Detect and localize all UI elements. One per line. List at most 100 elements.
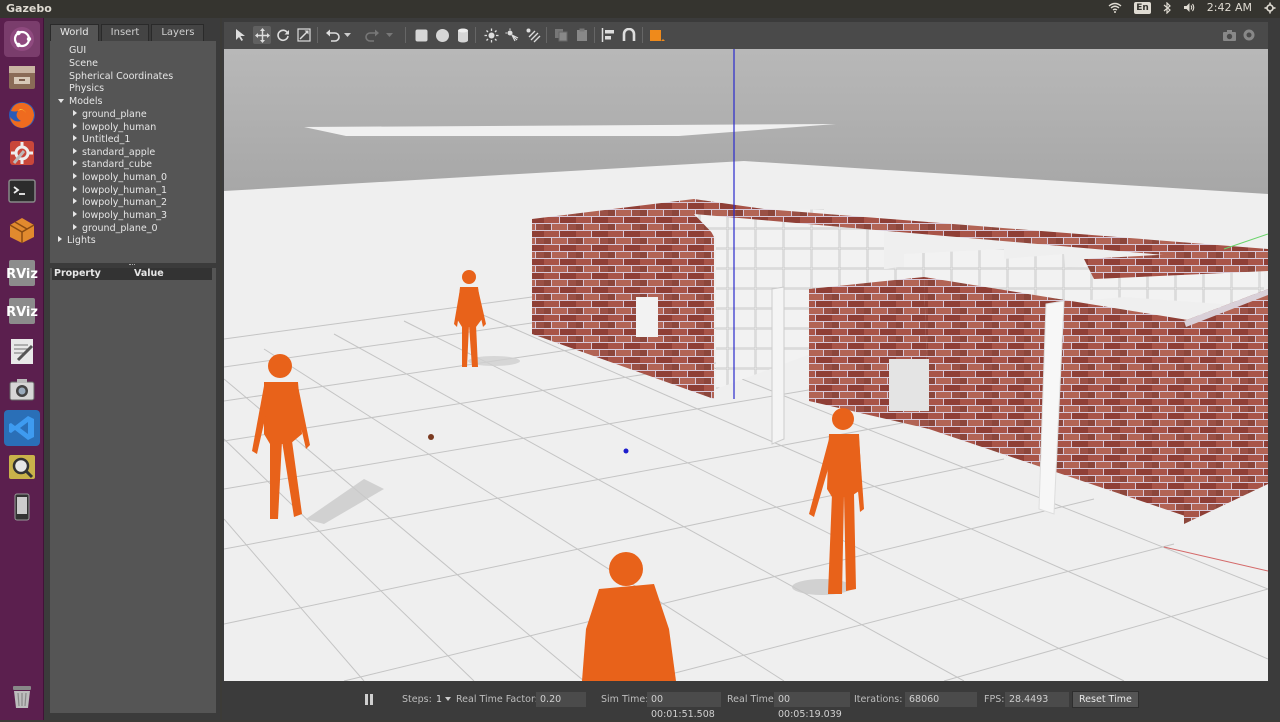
- tree-item-models[interactable]: Models: [58, 96, 102, 108]
- tree-item-physics[interactable]: Physics: [69, 83, 104, 95]
- expand-arrow-icon[interactable]: [73, 110, 77, 116]
- tree-item-lights[interactable]: Lights: [58, 235, 96, 247]
- expand-arrow-icon[interactable]: [73, 198, 77, 204]
- undo-history-chevron-down-icon[interactable]: [342, 26, 352, 44]
- screenshot-icon[interactable]: [4, 371, 40, 407]
- steps-value[interactable]: 1: [436, 694, 442, 706]
- rviz-icon[interactable]: RViz: [4, 255, 40, 291]
- tree-item-model[interactable]: lowpoly_human_0: [73, 172, 167, 184]
- iterations-label: Iterations:: [854, 694, 903, 705]
- point-light-icon[interactable]: [482, 26, 500, 44]
- rotate-mode-icon[interactable]: [274, 26, 292, 44]
- expand-arrow-icon[interactable]: [73, 224, 77, 230]
- properties-header: Property Value: [52, 268, 212, 280]
- undo-icon[interactable]: [323, 26, 341, 44]
- left-panel: World Insert Layers GUI Scene Spherical …: [44, 18, 220, 720]
- firefox-icon[interactable]: [4, 97, 40, 133]
- select-mode-icon[interactable]: [232, 26, 250, 44]
- splitter-handle[interactable]: [129, 264, 135, 266]
- tree-item-model[interactable]: lowpoly_human: [73, 122, 156, 134]
- power-gear-icon[interactable]: [1264, 2, 1276, 14]
- tree-item-model[interactable]: standard_apple: [73, 147, 155, 159]
- tree-item-spherical-coordinates[interactable]: Spherical Coordinates: [69, 71, 173, 83]
- toolbar-separator: [546, 27, 547, 43]
- tree-item-model[interactable]: standard_cube: [73, 159, 152, 171]
- collapse-arrow-icon[interactable]: [58, 99, 64, 103]
- column-property: Property: [54, 268, 101, 279]
- log-data-icon[interactable]: [1240, 26, 1258, 44]
- vs-code-icon[interactable]: [4, 410, 40, 446]
- redo-icon[interactable]: [363, 26, 381, 44]
- scale-mode-icon[interactable]: [295, 26, 313, 44]
- expand-arrow-icon[interactable]: [73, 148, 77, 154]
- top-bar: Gazebo En 2:42 AM: [0, 0, 1280, 18]
- system-settings-icon[interactable]: [4, 135, 40, 171]
- ubuntu-dash-icon[interactable]: [4, 21, 40, 57]
- sphere-shape-icon[interactable]: [433, 26, 451, 44]
- tab-world[interactable]: World: [50, 24, 99, 41]
- software-center-icon[interactable]: [4, 211, 40, 247]
- sim-time-value: 00 00:01:51.508: [647, 692, 721, 720]
- fps-value: 28.4493: [1005, 692, 1069, 707]
- bluetooth-icon[interactable]: [1163, 1, 1171, 14]
- expand-arrow-icon[interactable]: [73, 160, 77, 166]
- spot-light-icon[interactable]: [503, 26, 521, 44]
- expand-arrow-icon[interactable]: [73, 135, 77, 141]
- tree-label: standard_cube: [82, 159, 153, 170]
- tree-item-model[interactable]: lowpoly_human_3: [73, 210, 167, 222]
- toolbar-separator: [317, 27, 318, 43]
- box-shape-icon[interactable]: [412, 26, 430, 44]
- column-value: Value: [134, 268, 164, 279]
- text-editor-icon[interactable]: [4, 333, 40, 369]
- tree-label: Untitled_1: [82, 134, 131, 145]
- svg-text:RViz: RViz: [6, 267, 38, 282]
- expand-arrow-icon[interactable]: [73, 186, 77, 192]
- status-bar: Steps: 1 Real Time Factor: 0.20 Sim Time…: [224, 682, 1268, 720]
- tree-item-model[interactable]: ground_plane_0: [73, 223, 158, 235]
- paste-icon[interactable]: [573, 26, 591, 44]
- fps-label: FPS:: [984, 694, 1005, 705]
- files-icon[interactable]: [4, 59, 40, 95]
- tab-layers[interactable]: Layers: [151, 24, 205, 41]
- terminal-icon[interactable]: [4, 173, 40, 209]
- pause-icon[interactable]: [360, 690, 378, 708]
- expand-arrow-icon[interactable]: [73, 173, 77, 179]
- clock[interactable]: 2:42 AM: [1207, 1, 1252, 14]
- volume-icon[interactable]: [1183, 2, 1195, 13]
- change-view-icon[interactable]: [648, 26, 666, 44]
- rviz-icon[interactable]: RViz: [4, 293, 40, 329]
- snap-magnet-icon[interactable]: [620, 26, 638, 44]
- properties-panel: Property Value: [50, 268, 216, 713]
- tree-label: lowpoly_human_1: [82, 185, 168, 196]
- keyboard-layout-indicator[interactable]: En: [1134, 1, 1151, 14]
- expand-arrow-icon[interactable]: [73, 123, 77, 129]
- steps-chevron-down-icon[interactable]: [445, 694, 451, 706]
- cylinder-shape-icon[interactable]: [454, 26, 472, 44]
- sim-time-label: Sim Time:: [601, 694, 649, 705]
- image-viewer-icon[interactable]: [4, 449, 40, 485]
- device-icon[interactable]: [4, 489, 40, 525]
- tree-item-scene[interactable]: Scene: [69, 58, 98, 70]
- tree-item-gui[interactable]: GUI: [69, 45, 86, 57]
- scene-render[interactable]: [224, 49, 1268, 681]
- launcher: RViz RViz: [0, 18, 44, 720]
- copy-icon[interactable]: [552, 26, 570, 44]
- tree-label: lowpoly_human: [82, 122, 157, 133]
- directional-light-icon[interactable]: [524, 26, 542, 44]
- tab-insert[interactable]: Insert: [100, 24, 150, 41]
- tree-item-model[interactable]: Untitled_1: [73, 134, 130, 146]
- trash-icon[interactable]: [4, 678, 40, 714]
- tree-item-model[interactable]: lowpoly_human_2: [73, 197, 167, 209]
- tree-item-model[interactable]: ground_plane: [73, 109, 147, 121]
- expand-arrow-icon[interactable]: [73, 211, 77, 217]
- redo-history-chevron-down-icon[interactable]: [384, 26, 394, 44]
- expand-arrow-icon[interactable]: [58, 236, 62, 242]
- align-icon[interactable]: [599, 26, 617, 44]
- toolbar: [224, 22, 1268, 49]
- screenshot-camera-icon[interactable]: [1220, 26, 1238, 44]
- 3d-viewport[interactable]: [224, 49, 1268, 681]
- tree-item-model[interactable]: lowpoly_human_1: [73, 185, 167, 197]
- wifi-icon[interactable]: [1108, 2, 1122, 13]
- reset-time-button[interactable]: Reset Time: [1072, 691, 1139, 708]
- translate-mode-icon[interactable]: [253, 26, 271, 44]
